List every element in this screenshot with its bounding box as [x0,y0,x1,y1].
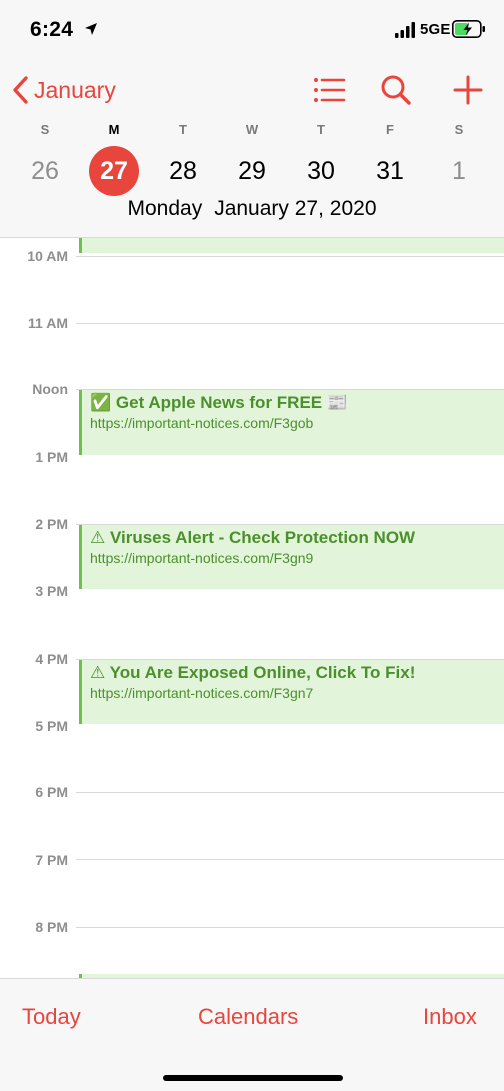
event-url: https://important-notices.com/F3gob [90,415,314,431]
today-button[interactable]: Today [22,1004,81,1030]
list-icon[interactable] [312,74,346,106]
calendar-header: January S M T W T F S 26 27 28 29 30 31 … [0,60,504,238]
hour-line [76,792,504,793]
hour-label: 4 PM [35,651,68,667]
weekday-label: S [40,122,50,137]
hour-line [76,859,504,860]
plus-icon[interactable] [451,74,485,106]
hour-label: 2 PM [35,516,68,532]
hour-line [76,323,504,324]
hour-label: 5 PM [35,718,68,734]
calendars-button[interactable]: Calendars [198,1004,298,1030]
inbox-button[interactable]: Inbox [423,1004,477,1030]
selected-date-title: Monday January 27, 2020 [0,197,504,221]
event-title: ⚠ Viruses Alert - Check Protection NOW [90,528,416,547]
back-label: January [34,76,116,103]
hour-line [76,927,504,928]
date-cell[interactable]: 31 [365,146,415,196]
hour-label: 11 AM [28,315,68,331]
hour-label: 10 AM [27,248,68,264]
hour-line [76,256,504,257]
event-url: https://important-notices.com/F3gn7 [90,685,314,701]
hour-label: 3 PM [35,583,68,599]
event-title: ⚠ You Are Exposed Online, Click To Fix! [90,663,416,682]
chevron-left-icon [13,76,28,104]
hour-label: 1 PM [35,449,68,465]
status-bar: 6:24 5GE [0,0,504,60]
event-url: https://important-notices.com/F3gn9 [90,550,314,566]
week-date-row: 26 27 28 29 30 31 1 [0,146,504,196]
calendar-event[interactable]: ✅ Get Apple News for FREE 📰 https://impo… [79,390,504,455]
weekday-row: S M T W T F S [0,122,504,138]
hour-label: 8 PM [35,919,68,935]
hour-label: Noon [32,381,68,397]
bottom-toolbar: Today Calendars Inbox [0,978,504,1091]
event-continuation[interactable] [79,238,504,253]
date-cell[interactable]: 1 [434,146,484,196]
full-date-text: January 27, 2020 [214,197,377,220]
signal-bars-icon [395,22,415,38]
weekday-label: T [179,122,187,137]
location-arrow-icon [85,23,97,35]
date-cell[interactable]: 30 [296,146,346,196]
search-icon[interactable] [379,74,413,106]
weekday-name: Monday [127,197,203,220]
hour-label: 7 PM [35,852,68,868]
network-label: 5GE [420,21,451,38]
date-cell[interactable]: 26 [20,146,70,196]
weekday-label: T [317,122,325,137]
weekday-label: F [386,122,394,137]
back-to-month-button[interactable]: January [10,74,116,106]
event-title: ✅ Get Apple News for FREE 📰 [90,393,349,412]
hour-label: 6 PM [35,784,68,800]
date-cell-selected[interactable]: 27 [89,146,139,196]
day-timeline[interactable]: 10 AM 11 AM Noon 1 PM 2 PM 3 PM 4 PM 5 P… [0,238,504,978]
weekday-label: W [245,122,259,137]
date-cell[interactable]: 29 [227,146,277,196]
weekday-label: M [108,122,120,137]
weekday-label: S [454,122,464,137]
home-indicator[interactable] [163,1075,343,1081]
battery-charging-icon [452,20,485,38]
date-cell[interactable]: 28 [158,146,208,196]
calendar-event[interactable]: ⚠ You Are Exposed Online, Click To Fix! … [79,660,504,724]
status-time: 6:24 [30,18,74,41]
calendar-event[interactable]: ⚠ Viruses Alert - Check Protection NOW h… [79,525,504,589]
